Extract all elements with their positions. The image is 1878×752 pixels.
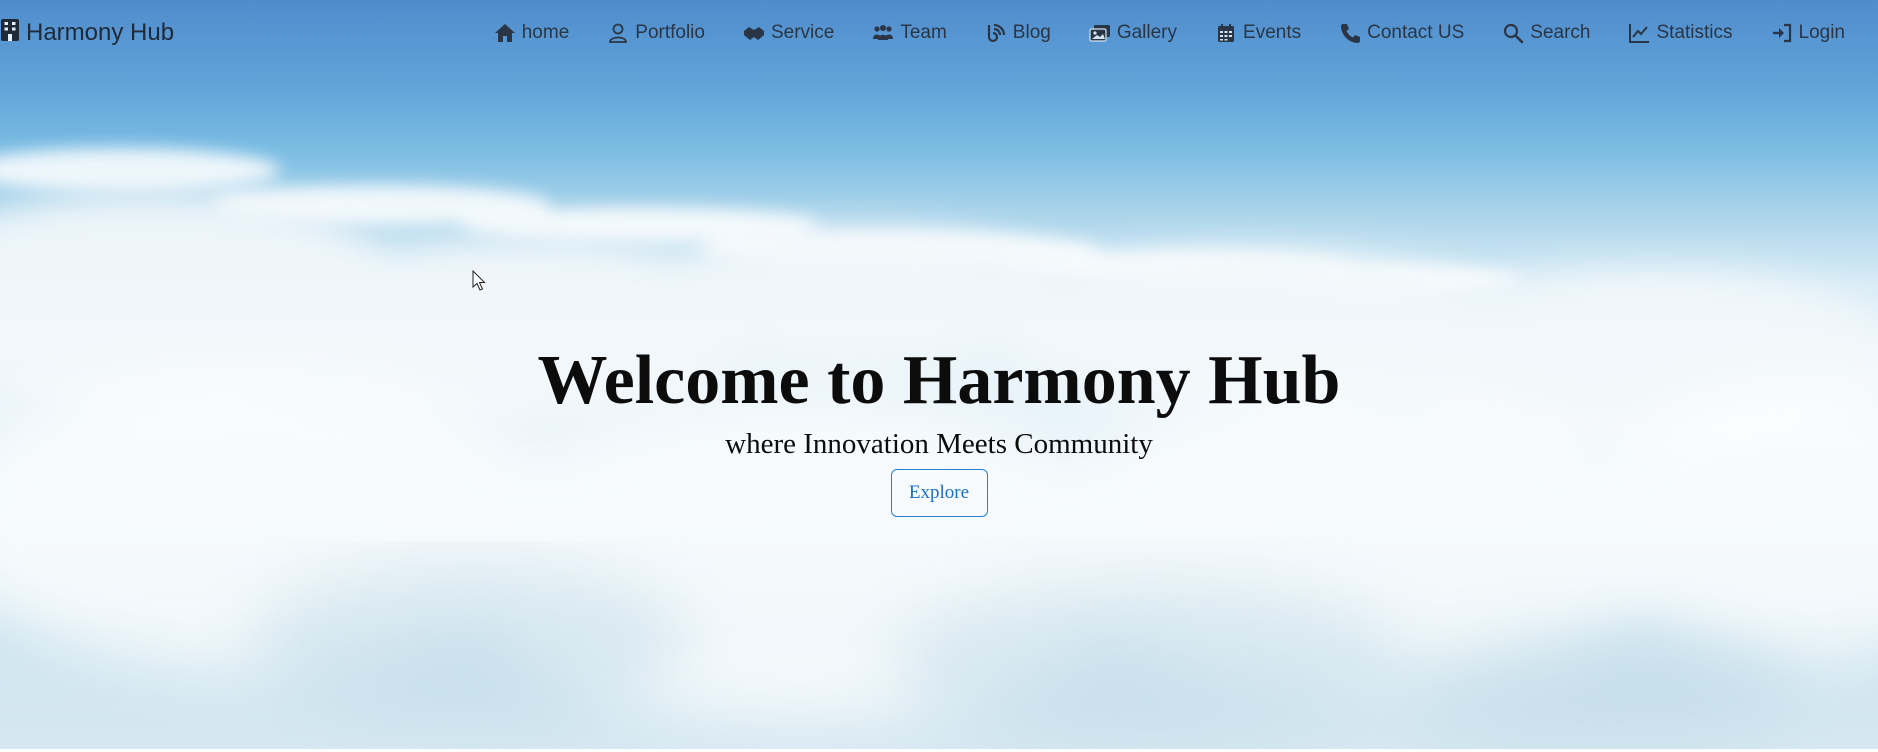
nav-item-portfolio[interactable]: Portfolio <box>588 16 724 50</box>
handshake-icon <box>743 22 765 44</box>
nav-item-gallery[interactable]: Gallery <box>1070 16 1196 50</box>
nav-item-label: Login <box>1798 22 1846 43</box>
hero-subtitle: where Innovation Meets Community <box>725 428 1153 460</box>
building-icon <box>0 18 20 49</box>
nav-item-label: Contact US <box>1367 22 1465 43</box>
explore-button[interactable]: Explore <box>890 469 988 517</box>
people-group-icon <box>872 22 894 44</box>
nav-menu: home Portfolio Service Team Blog Gallery… <box>475 16 1864 50</box>
nav-item-login[interactable]: Login <box>1752 16 1865 50</box>
nav-item-statistics[interactable]: Statistics <box>1609 16 1751 50</box>
images-icon <box>1089 22 1111 44</box>
brand-name: Harmony Hub <box>26 19 175 46</box>
phone-icon <box>1339 22 1361 44</box>
user-icon <box>607 22 629 44</box>
nav-item-contact[interactable]: Contact US <box>1320 16 1483 50</box>
house-icon <box>494 22 516 44</box>
nav-item-search[interactable]: Search <box>1483 16 1609 50</box>
nav-item-team[interactable]: Team <box>853 16 965 50</box>
calendar-icon <box>1215 22 1237 44</box>
nav-item-label: Events <box>1243 22 1302 43</box>
hero-title: Welcome to Harmony Hub <box>537 342 1341 419</box>
nav-item-label: Statistics <box>1656 22 1733 43</box>
nav-item-service[interactable]: Service <box>724 16 853 50</box>
hero-section: Welcome to Harmony Hub where Innovation … <box>0 337 1878 517</box>
top-navbar: Harmony Hub home Portfolio Service Team <box>0 0 1878 66</box>
nav-item-label: Gallery <box>1116 22 1178 43</box>
brand-logo[interactable]: Harmony Hub <box>0 16 174 50</box>
nav-item-home[interactable]: home <box>475 16 589 50</box>
mouse-cursor-icon <box>472 270 486 291</box>
nav-item-label: home <box>521 22 570 43</box>
nav-item-label: Portfolio <box>635 22 705 43</box>
nav-item-label: Search <box>1530 22 1591 43</box>
nav-item-label: Blog <box>1012 22 1051 43</box>
nav-item-events[interactable]: Events <box>1196 16 1320 50</box>
nav-item-label: Service <box>770 22 835 43</box>
sign-in-icon <box>1771 22 1793 44</box>
search-icon <box>1502 22 1524 44</box>
blog-icon <box>985 22 1007 44</box>
line-chart-icon <box>1628 22 1650 44</box>
nav-item-label: Team <box>900 22 947 43</box>
nav-item-blog[interactable]: Blog <box>966 16 1070 50</box>
